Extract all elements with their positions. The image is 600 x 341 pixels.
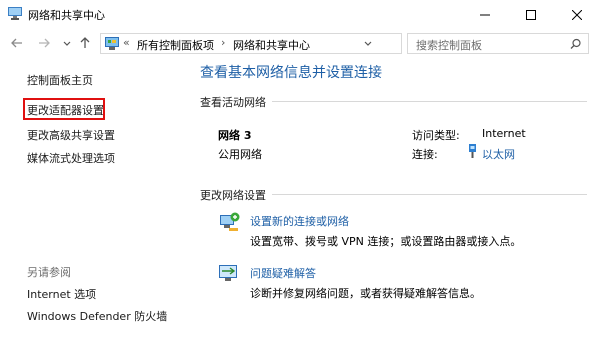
window-title: 网络和共享中心 (28, 9, 105, 22)
page-title: 查看基本网络信息并设置连接 (200, 65, 382, 81)
up-button[interactable] (78, 36, 92, 50)
see-also-heading: 另请参阅 (27, 266, 71, 279)
breadcrumb-network-center[interactable]: 网络和共享中心 (233, 37, 310, 53)
internet-options-link[interactable]: Internet 选项 (27, 286, 96, 302)
chevron-down-icon (63, 41, 71, 46)
change-settings-heading: 更改网络设置 (200, 189, 266, 202)
breadcrumb-overflow[interactable]: « (123, 36, 130, 49)
address-bar[interactable]: « 所有控制面板项 › 网络和共享中心 (100, 33, 496, 54)
maximize-button[interactable] (508, 0, 554, 29)
firewall-link[interactable]: Windows Defender 防火墙 (27, 308, 167, 324)
recent-locations-button[interactable] (60, 36, 74, 50)
troubleshoot-description: 诊断并修复网络问题，或者获得疑难解答信息。 (250, 287, 481, 300)
back-button[interactable] (10, 36, 24, 50)
minimize-button[interactable] (462, 0, 508, 29)
forward-button[interactable] (37, 36, 51, 50)
network-name: 网络 3 (218, 129, 252, 142)
breadcrumb-control-panel-items[interactable]: 所有控制面板项 (137, 37, 214, 53)
connections-label: 连接: (412, 148, 438, 161)
active-networks-heading: 查看活动网络 (200, 96, 266, 109)
search-box[interactable]: 搜索控制面板 (407, 33, 589, 54)
sidebar-home-link[interactable]: 控制面板主页 (27, 72, 93, 88)
title-bar: 网络和共享中心 (0, 0, 600, 29)
sidebar-media-streaming-link[interactable]: 媒体流式处理选项 (27, 150, 115, 166)
forward-arrow-icon (39, 38, 50, 48)
section-divider (272, 101, 587, 102)
ethernet-connection-link[interactable]: 以太网 (482, 146, 515, 162)
access-type-label: 访问类型: (412, 129, 460, 142)
breadcrumb-separator-icon: › (221, 36, 226, 49)
ethernet-icon (469, 144, 476, 158)
access-type-value: Internet (482, 127, 526, 140)
network-center-icon (8, 7, 22, 20)
chevron-down-icon (364, 41, 372, 46)
back-arrow-icon (11, 38, 22, 48)
minimize-icon (480, 14, 490, 15)
new-connection-icon (220, 212, 240, 231)
troubleshoot-link[interactable]: 问题疑难解答 (250, 265, 316, 281)
control-panel-icon (105, 37, 119, 50)
network-type: 公用网络 (218, 148, 262, 161)
sidebar-advanced-sharing-link[interactable]: 更改高级共享设置 (27, 127, 115, 143)
search-placeholder: 搜索控制面板 (416, 39, 482, 52)
new-connection-link[interactable]: 设置新的连接或网络 (250, 213, 349, 229)
search-icon[interactable] (570, 38, 582, 50)
new-connection-description: 设置宽带、拨号或 VPN 连接；或设置路由器或接入点。 (250, 235, 522, 248)
maximize-icon (526, 9, 536, 20)
close-icon (572, 9, 582, 20)
up-arrow-icon (80, 37, 90, 48)
address-dropdown-button[interactable] (361, 36, 375, 51)
highlight-annotation (23, 98, 105, 120)
close-button[interactable] (554, 0, 600, 29)
section-divider (272, 194, 587, 195)
troubleshoot-icon (219, 265, 237, 281)
